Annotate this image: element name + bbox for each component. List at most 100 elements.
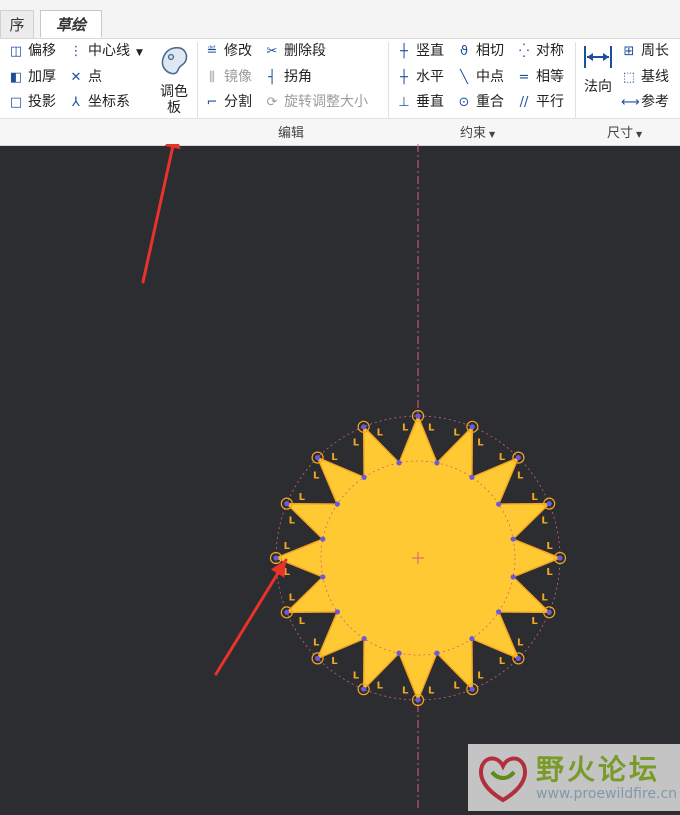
equal-length-constraint-glyph: L [353, 670, 360, 681]
watermark-title: 野火论坛 [536, 753, 661, 786]
coincident-constraint-button[interactable]: ⊙ 重合 [456, 91, 504, 113]
watermark-logo-icon [479, 756, 527, 803]
equal-length-constraint-glyph: L [531, 492, 538, 503]
equal-length-constraint-glyph: L [313, 470, 320, 481]
horizontal-constraint-button[interactable]: ┼ 水平 [396, 66, 444, 88]
equal-length-constraint-glyph: L [402, 423, 409, 434]
project-icon: □ [9, 95, 23, 110]
sketch-vertex [469, 474, 475, 480]
sketch-vertex [515, 454, 522, 461]
mirror-icon: ⫼ [209, 70, 215, 85]
baseline-button[interactable]: ⬚ 基线 [621, 66, 669, 88]
equal-icon: = [518, 70, 530, 85]
equal-length-constraint-glyph: L [477, 438, 484, 449]
point-icon: ✕ [70, 70, 82, 85]
coordsys-icon: ⅄ [72, 95, 80, 110]
point-button[interactable]: ✕ 点 [68, 66, 102, 88]
rotate-resize-label: 旋转调整大小 [284, 94, 368, 110]
offset-icon: ◫ [9, 44, 23, 59]
coordsys-button[interactable]: ⅄ 坐标系 [68, 91, 130, 113]
vertical-icon: ┼ [400, 44, 408, 59]
perimeter-label: 周长 [641, 43, 669, 59]
sketch-vertex [496, 609, 502, 615]
midpoint-constraint-button[interactable]: ╲ 中点 [456, 66, 504, 88]
tangent-constraint-button[interactable]: ϑ 相切 [456, 40, 504, 62]
centerline-dropdown-icon[interactable]: ▼ [136, 48, 143, 58]
equal-length-constraint-glyph: L [546, 567, 553, 578]
sketch-vertex [496, 501, 502, 507]
delete-segment-label: 删除段 [284, 43, 326, 59]
normal-dimension-button[interactable]: 法向 [580, 44, 616, 96]
equal-length-constraint-glyph: L [453, 680, 460, 691]
annotation-arrow-vertex-shaft [214, 558, 288, 676]
symmetric-icon: ⁛ [518, 44, 530, 59]
sketch-vertex [510, 574, 516, 580]
offset-button[interactable]: ◫ 偏移 [8, 40, 56, 62]
palette-button[interactable]: 调色 板 [156, 44, 192, 116]
delete-segment-icon: ✂ [266, 44, 278, 59]
tab-previous[interactable]: 序 [0, 10, 34, 38]
equal-length-constraint-glyph: L [517, 470, 524, 481]
watermark-url: www.proewildfire.cn [536, 786, 678, 802]
equal-length-constraint-glyph: L [313, 638, 320, 649]
annotation-arrow-palette-shaft [141, 130, 178, 284]
thicken-button[interactable]: ◧ 加厚 [8, 66, 56, 88]
corner-button[interactable]: ┤ 拐角 [264, 66, 312, 88]
sketch-vertex [320, 536, 326, 542]
dimension-group-label[interactable]: 尺寸 ▼ [607, 122, 642, 141]
mirror-button[interactable]: ⫼ 镜像 [204, 66, 252, 88]
midpoint-icon: ╲ [460, 70, 468, 85]
sketch-canvas[interactable]: LLLLLLLLLLLLLLLLLLLLLLLLLLLLLLLL [0, 130, 680, 811]
project-button[interactable]: □ 投影 [8, 91, 56, 113]
centerline-icon: ⋮ [69, 44, 83, 59]
equal-length-constraint-glyph: L [499, 656, 506, 667]
sketch-vertex [415, 413, 421, 419]
tangent-icon: ϑ [459, 44, 469, 59]
equal-length-constraint-glyph: L [289, 592, 296, 603]
equal-length-constraint-glyph: L [453, 428, 460, 439]
sketch-vertex [434, 650, 440, 656]
perimeter-icon: ⊞ [623, 44, 635, 59]
modify-button[interactable]: ≝ 修改 [204, 40, 252, 62]
sketch-vertex [273, 555, 279, 561]
equal-length-constraint-glyph: L [331, 452, 338, 463]
sketch-drawing: L LLLLLLLLLLLLLLLLLLLLLLLLLLLLLL L [141, 130, 567, 811]
reference-button[interactable]: ⟷参考 [621, 91, 669, 113]
sketch-vertex [546, 501, 552, 507]
equal-length-constraint-glyph: L [517, 638, 524, 649]
equal-length-constraint-glyph: L [531, 616, 538, 627]
sketch-vertex [434, 460, 440, 466]
parallel-label: 平行 [536, 94, 564, 110]
constrain-group-label[interactable]: 约束 ▼ [460, 122, 495, 141]
sketch-vertex [334, 501, 340, 507]
symmetric-constraint-button[interactable]: ⁛ 对称 [516, 40, 564, 62]
equal-length-constraint-glyph: L [402, 685, 409, 696]
normal-dimension-icon [584, 46, 612, 68]
ribbon: 序 草绘 ◫ 偏移 ◧ 加厚 □ 投影 ⋮ 中心线 ▼ ✕ 点 ⅄ 坐标系 调色 板 ≝ 修改 … [0, 0, 680, 146]
horizontal-label: 水平 [416, 69, 444, 85]
palette-icon [161, 46, 188, 75]
vertical-constraint-button[interactable]: ┼ 竖直 [396, 40, 444, 62]
equal-constraint-button[interactable]: = 相等 [516, 66, 564, 88]
delete-segment-button[interactable]: ✂ 删除段 [264, 40, 326, 62]
equal-length-constraint-glyph: L [428, 423, 435, 434]
sketch-vertex [415, 697, 421, 703]
rotate-resize-button[interactable]: ⟳ 旋转调整大小 [264, 91, 368, 113]
divide-label: 分割 [224, 94, 252, 110]
vertical-label: 竖直 [416, 43, 444, 59]
centerline-button[interactable]: ⋮ 中心线 ▼ [68, 40, 143, 62]
corner-label: 拐角 [284, 69, 312, 85]
sketch-vertex [361, 474, 367, 480]
modify-label: 修改 [224, 43, 252, 59]
offset-label: 偏移 [28, 43, 56, 59]
symmetric-label: 对称 [536, 43, 564, 59]
parallel-constraint-button[interactable]: // 平行 [516, 91, 564, 113]
edit-group-label: 编辑 [278, 126, 305, 141]
perimeter-button[interactable]: ⊞ 周长 [621, 40, 669, 62]
equal-length-constraint-glyph: L [428, 685, 435, 696]
divide-button[interactable]: ⌐ 分割 [204, 91, 252, 113]
tab-sketch[interactable]: 草绘 [40, 10, 102, 38]
chevron-down-icon: ▼ [489, 130, 496, 139]
perpendicular-constraint-button[interactable]: ⊥ 垂直 [396, 91, 444, 113]
modify-icon: ≝ [206, 44, 218, 59]
